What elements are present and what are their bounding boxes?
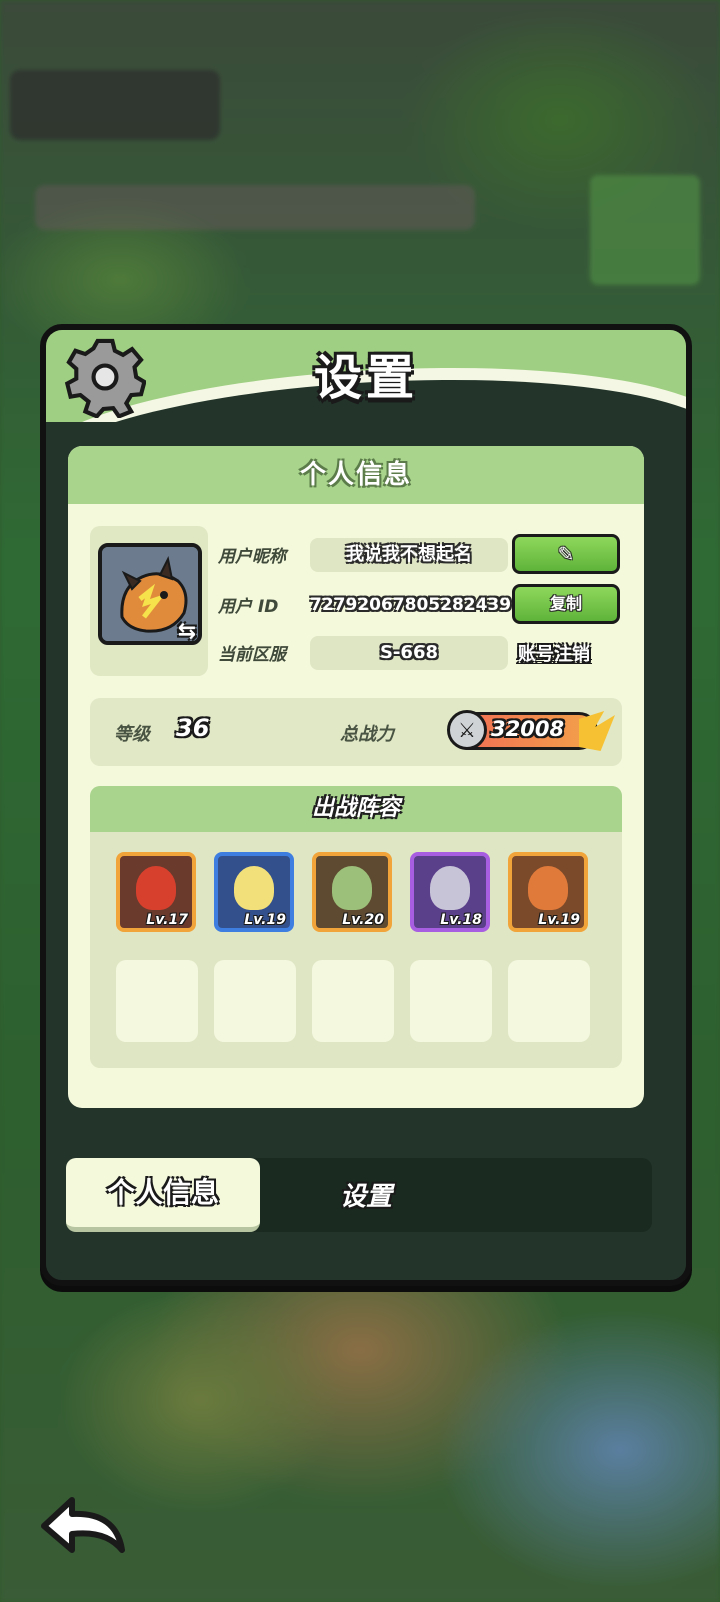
hero-level: Lv.19 — [244, 912, 286, 928]
copy-id-button[interactable]: 复制 — [512, 584, 620, 624]
hero-portrait — [136, 866, 176, 910]
cancel-account-link[interactable]: 账号注销 — [518, 640, 590, 666]
hero-level: Lv.19 — [538, 912, 580, 928]
empty-slot-3[interactable] — [312, 960, 394, 1042]
swap-icon[interactable]: ⇆ — [174, 619, 198, 641]
hero-slot-4[interactable]: Lv.18 — [410, 852, 490, 932]
power-badge: ⚔ 32008 — [447, 710, 615, 751]
hero-slot-1[interactable]: Lv.17 — [116, 852, 196, 932]
crossed-swords-icon: ⚔ — [447, 710, 487, 750]
user-id-value: 72792067805282439 — [310, 595, 512, 615]
lineup-title: 出战阵容 — [90, 786, 622, 832]
empty-slot-2[interactable] — [214, 960, 296, 1042]
level-label: 等级 — [114, 724, 150, 745]
avatar[interactable]: ⇆ — [98, 543, 202, 645]
stats-box: 等级 36 总战力 ⚔ 32008 — [90, 698, 622, 766]
hero-level: Lv.18 — [440, 912, 482, 928]
hero-portrait — [234, 866, 274, 910]
tab-bar: 个人信息 设置 — [66, 1158, 652, 1232]
empty-slot-1[interactable] — [116, 960, 198, 1042]
lineup-box: 出战阵容 Lv.17 Lv.19 Lv.20 Lv.18 Lv.19 — [90, 786, 622, 1068]
settings-panel: 设置 个人信息 ⇆ 用户昵称 我说我不想起名 ✎ 用户 ID 727920678… — [40, 324, 692, 1286]
back-arrow-icon[interactable] — [38, 1490, 128, 1560]
hero-slot-2[interactable]: Lv.19 — [214, 852, 294, 932]
edit-nickname-button[interactable]: ✎ — [512, 534, 620, 574]
user-id-label: 用户 ID — [218, 597, 279, 617]
flame-icon — [579, 711, 615, 751]
hero-portrait — [528, 866, 568, 910]
card-title: 个人信息 — [68, 446, 644, 504]
panel-title: 设置 — [313, 350, 418, 406]
minimap — [590, 175, 700, 285]
avatar-box[interactable]: ⇆ — [90, 526, 208, 676]
level-value: 36 — [176, 714, 210, 742]
hero-portrait — [430, 866, 470, 910]
heroes-row — [35, 185, 475, 230]
power-value: 32008 — [491, 717, 565, 741]
hero-portrait — [332, 866, 372, 910]
hero-slot-5[interactable]: Lv.19 — [508, 852, 588, 932]
hero-level: Lv.20 — [342, 912, 384, 928]
hero-slot-3[interactable]: Lv.20 — [312, 852, 392, 932]
personal-info-card: 个人信息 ⇆ 用户昵称 我说我不想起名 ✎ 用户 ID 727920678052… — [68, 446, 644, 1108]
pencil-icon: ✎ — [557, 542, 575, 566]
empty-slot-4[interactable] — [410, 960, 492, 1042]
nickname-value: 我说我不想起名 — [310, 538, 508, 572]
empty-slot-5[interactable] — [508, 960, 590, 1042]
tab-personal-info[interactable]: 个人信息 — [66, 1158, 260, 1232]
hero-level: Lv.17 — [146, 912, 188, 928]
server-value: S-668 — [310, 636, 508, 670]
tab-settings[interactable]: 设置 — [296, 1176, 436, 1213]
power-label: 总战力 — [340, 724, 394, 745]
player-info-bar — [10, 70, 220, 140]
server-label: 当前区服 — [218, 645, 286, 665]
nickname-label: 用户昵称 — [218, 547, 286, 567]
